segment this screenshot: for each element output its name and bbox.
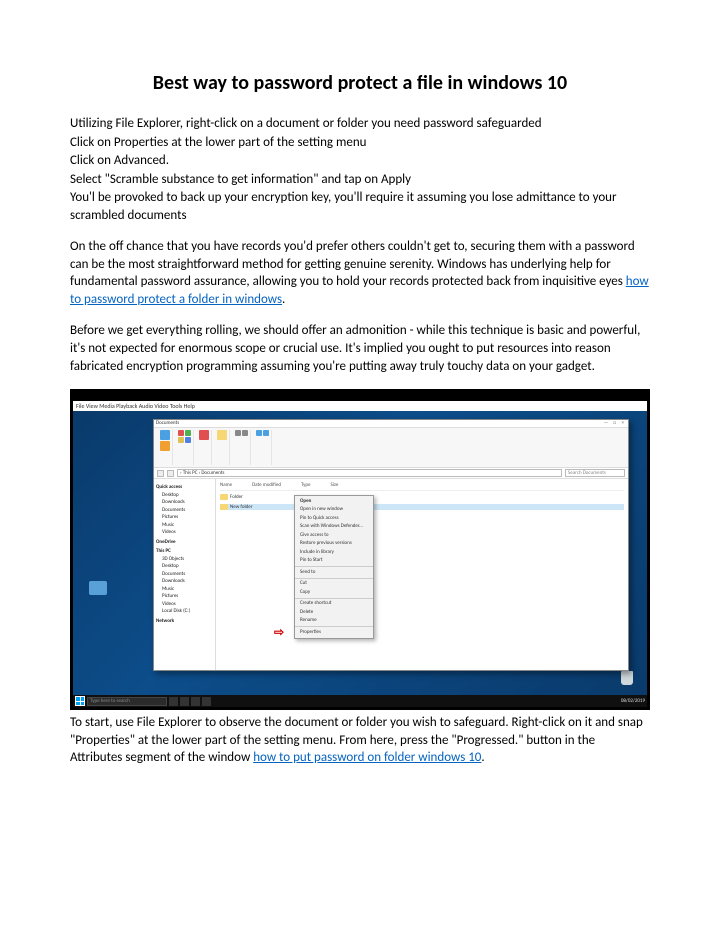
paragraph: On the off chance that you have records …: [70, 238, 650, 308]
taskbar-app-icon: [180, 697, 189, 706]
context-menu-item: Send to: [295, 568, 373, 577]
context-menu-item: Pin to Quick access: [295, 514, 373, 523]
explorer-ribbon: [154, 428, 628, 468]
context-menu-item: Include in library: [295, 548, 373, 557]
red-arrow-annotation: ⇨: [274, 625, 284, 641]
recycle-bin-icon: [621, 671, 633, 685]
context-menu-item: Delete: [295, 608, 373, 617]
context-menu-item: Copy: [295, 588, 373, 597]
context-menu-item: Open in new window: [295, 506, 373, 515]
explorer-search: Search Documents: [565, 469, 625, 477]
folder-icon: [220, 494, 228, 500]
text-run: On the off chance that you have records …: [70, 239, 635, 289]
context-menu-item: Cut: [295, 580, 373, 589]
paragraph: To start, use File Explorer to observe t…: [70, 714, 650, 767]
text-run: .: [481, 750, 484, 765]
file-explorer-window: Documents — □ × › This PC › Documents Se…: [153, 419, 629, 671]
context-menu-item: Create shortcut: [295, 600, 373, 609]
folder-row-selected: New folder: [220, 504, 624, 511]
context-menu-item: [295, 598, 373, 599]
taskbar-search: Type here to search: [87, 697, 167, 706]
explorer-titlebar: Documents — □ ×: [154, 420, 628, 428]
desktop-folder-icon: [89, 581, 107, 595]
window-controls: — □ ×: [604, 420, 626, 427]
context-menu-item: [295, 626, 373, 627]
step-line: Utilizing File Explorer, right-click on …: [70, 115, 650, 133]
context-menu-item: [295, 566, 373, 567]
windows-taskbar: Type here to search 08/02/2019: [73, 695, 647, 707]
nav-fwd-icon: [167, 470, 174, 477]
intro-steps: Utilizing File Explorer, right-click on …: [70, 115, 650, 224]
taskbar-app-icon: [202, 697, 211, 706]
context-menu: OpenOpen in new windowPin to Quick acces…: [294, 495, 374, 639]
folder-icon: [220, 504, 228, 510]
nav-back-icon: [157, 470, 164, 477]
context-menu-item: Properties: [295, 628, 373, 637]
context-menu-item: Scan with Windows Defender...: [295, 523, 373, 532]
context-menu-item: Restore previous versions: [295, 540, 373, 549]
taskbar-clock: 08/02/2019: [621, 698, 645, 705]
context-menu-item: Rename: [295, 617, 373, 626]
step-line: You'l be provoked to back up your encryp…: [70, 189, 650, 224]
step-line: Select "Scramble substance to get inform…: [70, 171, 650, 189]
link-put-password[interactable]: how to put password on folder windows 10: [253, 750, 481, 765]
explorer-title-text: Documents: [156, 420, 179, 427]
explorer-address-bar: › This PC › Documents Search Documents: [154, 468, 628, 479]
context-menu-item: Pin to Start: [295, 557, 373, 566]
taskbar-app-icon: [169, 697, 178, 706]
context-menu-item: [295, 578, 373, 579]
folder-row: Folder: [220, 494, 624, 501]
page-title: Best way to password protect a file in w…: [70, 70, 650, 97]
windows-desktop: Documents — □ × › This PC › Documents Se…: [73, 411, 647, 707]
screenshot-figure: File View Media Playback Audio Video Too…: [70, 389, 650, 710]
start-button-icon: [75, 696, 85, 706]
step-line: Click on Advanced.: [70, 152, 650, 170]
context-menu-item: Open: [295, 497, 373, 506]
address-box: › This PC › Documents: [177, 469, 562, 477]
step-line: Click on Properties at the lower part of…: [70, 134, 650, 152]
taskbar-app-icon: [191, 697, 200, 706]
player-menubar: File View Media Playback Audio Video Too…: [73, 401, 647, 411]
paragraph: Before we get everything rolling, we sho…: [70, 322, 650, 375]
explorer-sidebar: Quick access Desktop Downloads Documents…: [154, 479, 216, 670]
context-menu-item: Give access to: [295, 531, 373, 540]
explorer-content: Name Date modified Type Size Folder New …: [216, 479, 628, 670]
text-run: .: [282, 292, 285, 307]
